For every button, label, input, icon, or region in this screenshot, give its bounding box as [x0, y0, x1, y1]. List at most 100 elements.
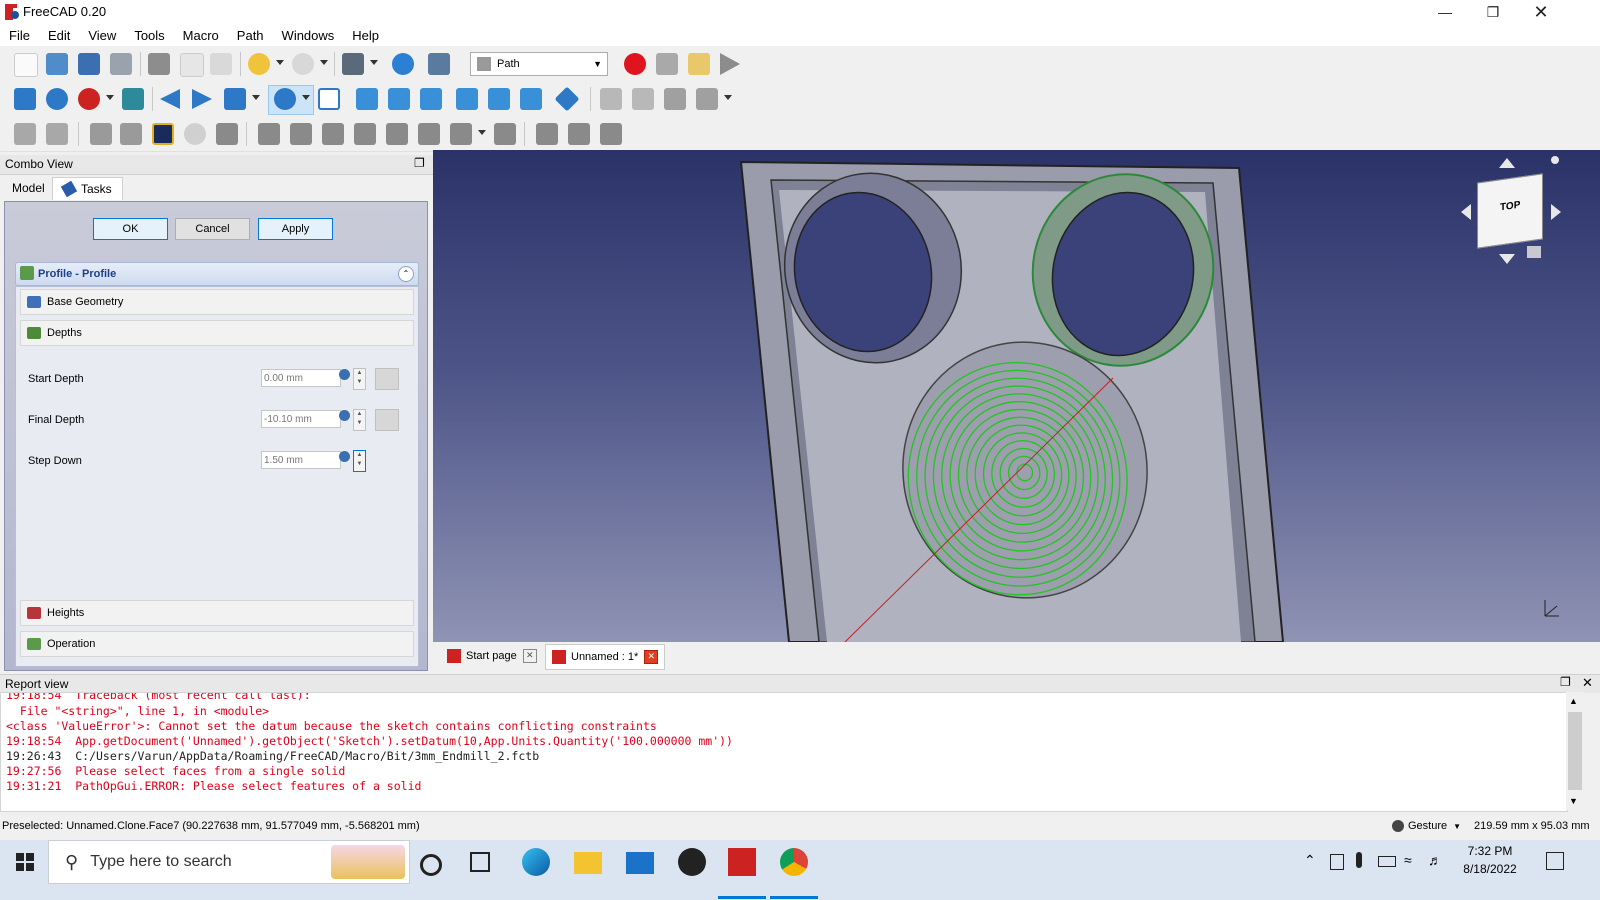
undock-icon[interactable]: ❐	[1560, 675, 1571, 689]
scroll-up-icon[interactable]: ▲	[1569, 696, 1578, 706]
sync-view-icon[interactable]	[224, 88, 246, 110]
workbench-selector[interactable]: Path ▼	[470, 52, 608, 76]
nav-view-menu-icon[interactable]	[1527, 246, 1541, 258]
cancel-button[interactable]: Cancel	[175, 218, 250, 240]
paste-icon[interactable]	[210, 53, 232, 75]
report-view-log[interactable]: 19:18:54 Traceback (most recent call las…	[0, 692, 1568, 812]
nav-right-arrow-icon[interactable]	[1551, 204, 1561, 220]
dressup-icon[interactable]	[494, 123, 516, 145]
close-icon[interactable]: ✕	[1582, 675, 1593, 691]
draw-style-icon[interactable]	[78, 88, 100, 110]
close-tab-icon[interactable]: ✕	[522, 649, 537, 663]
start-depth-spinner[interactable]: ▲ ▼	[353, 368, 366, 390]
mail-icon[interactable]	[626, 852, 654, 874]
bottom-view-icon[interactable]	[488, 88, 510, 110]
draw-style-dropdown-icon[interactable]	[106, 95, 114, 100]
link-dropdown-icon[interactable]	[724, 95, 732, 100]
menu-path[interactable]: Path	[228, 28, 273, 43]
chrome-icon[interactable]	[780, 848, 808, 876]
drilling-icon[interactable]	[184, 123, 206, 145]
stop-macro-icon[interactable]	[656, 53, 678, 75]
cut-icon[interactable]	[148, 53, 170, 75]
redo-dropdown-icon[interactable]	[320, 60, 328, 65]
wifi-icon[interactable]: ≈	[1404, 852, 1412, 868]
zoom-dropdown-icon[interactable]	[302, 95, 310, 100]
cortana-icon[interactable]	[420, 854, 442, 876]
make-link-icon[interactable]	[664, 88, 686, 110]
engrave-icon[interactable]	[418, 123, 440, 145]
zoom-icon[interactable]	[274, 88, 296, 110]
final-depth-input[interactable]: -10.10 mm	[261, 410, 341, 428]
tab-start-page[interactable]: Start page ✕	[441, 644, 543, 668]
menu-view[interactable]: View	[79, 28, 125, 43]
tray-chevron-up-icon[interactable]: ⌃	[1304, 852, 1316, 869]
top-view-icon[interactable]	[388, 88, 410, 110]
tab-model[interactable]: Model	[2, 177, 55, 199]
tablet-icon[interactable]	[1330, 854, 1344, 870]
menu-help[interactable]: Help	[343, 28, 388, 43]
section-depths[interactable]: Depths	[20, 320, 414, 346]
ok-button[interactable]: OK	[93, 218, 168, 240]
task-view-icon[interactable]	[470, 852, 490, 872]
minimize-button[interactable]: —	[1422, 0, 1468, 24]
section-base-geometry[interactable]: Base Geometry	[20, 289, 414, 315]
right-view-icon[interactable]	[420, 88, 442, 110]
fit-selection-icon[interactable]	[46, 88, 68, 110]
tab-tasks[interactable]: Tasks	[52, 177, 123, 200]
engrave-dropdown-icon[interactable]	[478, 130, 486, 135]
save-icon[interactable]	[78, 53, 100, 75]
restore-button[interactable]: ❐	[1470, 0, 1516, 24]
scroll-thumb[interactable]	[1568, 712, 1582, 790]
step-down-spinner[interactable]: ▲ ▼	[353, 450, 366, 472]
link-actions-icon[interactable]	[696, 88, 718, 110]
pocket-icon[interactable]	[216, 123, 238, 145]
bounding-box-icon[interactable]	[122, 88, 144, 110]
navigation-cube[interactable]: TOP	[1477, 173, 1543, 249]
stock-icon[interactable]	[152, 123, 174, 145]
job-icon[interactable]	[14, 123, 36, 145]
step-down-input[interactable]: 1.50 mm	[261, 451, 341, 469]
redo-icon[interactable]	[292, 53, 314, 75]
rear-view-icon[interactable]	[456, 88, 478, 110]
section-heights[interactable]: Heights	[20, 600, 414, 626]
left-view-icon[interactable]	[520, 88, 542, 110]
start-depth-set-button[interactable]	[375, 368, 399, 390]
microphone-icon[interactable]	[1356, 852, 1362, 868]
copy-icon[interactable]	[180, 53, 204, 77]
expression-icon[interactable]	[339, 451, 350, 462]
helix-icon[interactable]	[322, 123, 344, 145]
isometric-view-icon[interactable]	[318, 88, 340, 110]
forward-icon[interactable]	[192, 89, 212, 109]
recompute-icon[interactable]	[392, 53, 414, 75]
menu-file[interactable]: File	[0, 28, 39, 43]
undo-dropdown-icon[interactable]	[276, 60, 284, 65]
section-operation[interactable]: Operation	[20, 631, 414, 657]
edit-macro-icon[interactable]	[688, 53, 710, 75]
nav-menu-icon[interactable]	[1551, 156, 1559, 164]
menu-edit[interactable]: Edit	[39, 28, 79, 43]
new-file-icon[interactable]	[14, 53, 38, 77]
adaptive-icon[interactable]	[354, 123, 376, 145]
final-depth-spinner[interactable]: ▲ ▼	[353, 409, 366, 431]
nav-down-arrow-icon[interactable]	[1499, 254, 1515, 264]
close-window-button[interactable]: ✕	[1518, 0, 1564, 24]
nav-up-arrow-icon[interactable]	[1499, 158, 1515, 168]
create-part-icon[interactable]	[600, 88, 622, 110]
whats-this-icon[interactable]	[428, 53, 450, 75]
sync-dropdown-icon[interactable]	[252, 95, 260, 100]
front-view-icon[interactable]	[356, 88, 378, 110]
tool-library-icon[interactable]	[120, 123, 142, 145]
menu-macro[interactable]: Macro	[174, 28, 228, 43]
collapse-icon[interactable]: ⌃	[398, 266, 414, 282]
navigation-style-selector[interactable]: Gesture ▼	[1392, 816, 1461, 836]
slot-icon[interactable]	[386, 123, 408, 145]
post-process-icon[interactable]	[46, 123, 68, 145]
profile-icon[interactable]	[258, 123, 280, 145]
check-dropdown-icon[interactable]	[370, 60, 378, 65]
open-file-icon[interactable]	[46, 53, 68, 75]
scroll-down-icon[interactable]: ▼	[1569, 796, 1578, 806]
back-icon[interactable]	[160, 89, 180, 109]
taskbox-header[interactable]: Profile - Profile ⌃	[15, 262, 419, 286]
3d-surface-icon[interactable]	[568, 123, 590, 145]
fit-all-icon[interactable]	[14, 88, 36, 110]
